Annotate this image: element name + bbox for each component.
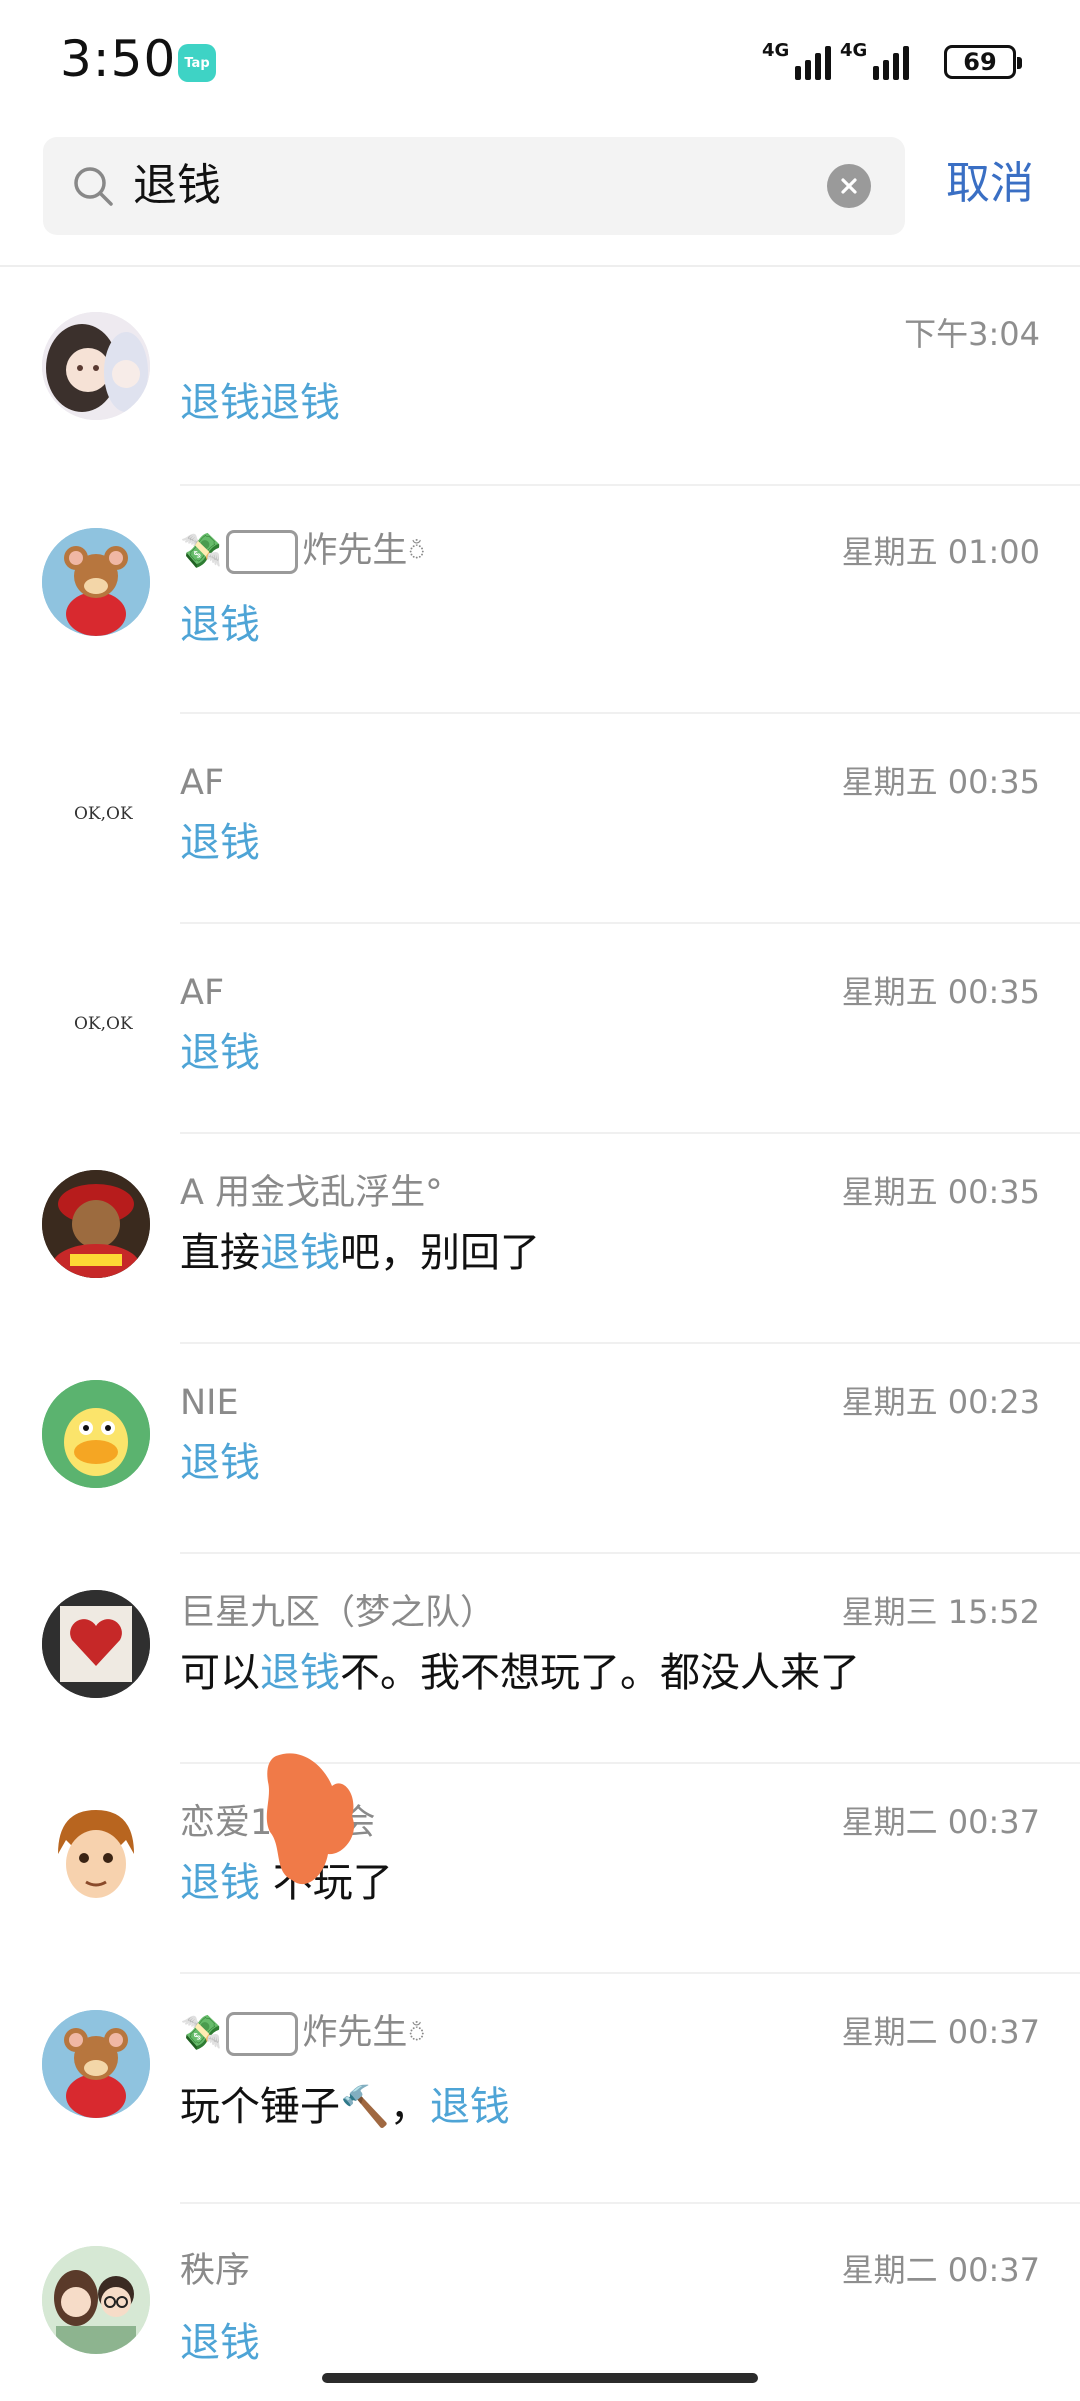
keyword-highlight: 退钱 bbox=[180, 2320, 260, 2366]
keyword-highlight: 退钱 bbox=[180, 1030, 260, 1076]
chat-name: 💸 炸先生ঁ bbox=[180, 2010, 426, 2056]
keyword-highlight: 退钱 bbox=[180, 602, 260, 648]
list-item[interactable]: OK,OK AF 星期五 00:35 退钱 bbox=[0, 714, 1080, 924]
message-preview: 退钱 bbox=[180, 1436, 260, 1490]
clear-search-button[interactable] bbox=[827, 164, 871, 208]
message-preview: 退钱退钱 bbox=[180, 376, 340, 430]
chat-name: 秩序 bbox=[180, 2251, 251, 2291]
list-item[interactable]: 秩序 星期二 00:37 退钱 bbox=[0, 2204, 1080, 2401]
message-time: 星期五 00:35 bbox=[841, 1173, 1040, 1211]
message-time: 星期五 00:35 bbox=[841, 763, 1040, 801]
avatar bbox=[42, 1380, 150, 1488]
redaction-scribble bbox=[266, 1753, 354, 1885]
search-icon bbox=[74, 167, 113, 206]
chat-name: AF bbox=[180, 763, 225, 803]
message-preview: 退钱 bbox=[180, 1026, 260, 1080]
close-icon bbox=[841, 178, 857, 194]
tap-app-icon: Tap bbox=[178, 44, 216, 82]
search-input[interactable]: 退钱 bbox=[43, 137, 905, 235]
avatar-text: OK,OK bbox=[74, 1014, 133, 1034]
message-time: 星期二 00:37 bbox=[841, 2013, 1040, 2051]
header-divider bbox=[0, 265, 1080, 267]
avatar bbox=[42, 312, 150, 420]
avatar bbox=[42, 2010, 150, 2118]
message-time: 星期五 00:23 bbox=[841, 1383, 1040, 1421]
keyword-highlight: 退钱 bbox=[260, 1650, 340, 1696]
list-item[interactable]: NIE 星期五 00:23 退钱 bbox=[0, 1344, 1080, 1554]
avatar: OK,OK bbox=[42, 970, 150, 1078]
list-item[interactable]: A 用金戈乱浮生° 星期五 00:35 直接退钱吧，别回了 bbox=[0, 1134, 1080, 1344]
list-item[interactable]: 恋爱1%机会 星期二 00:37 退钱 不玩了 bbox=[0, 1753, 1080, 1974]
avatar bbox=[42, 2246, 150, 2354]
avatar bbox=[42, 1800, 150, 1908]
message-time: 星期二 00:37 bbox=[841, 1803, 1040, 1841]
message-time: 星期五 00:35 bbox=[841, 973, 1040, 1011]
chat-name: 巨星九区（梦之队） bbox=[180, 1593, 496, 1633]
message-preview: 直接退钱吧，别回了 bbox=[180, 1230, 540, 1276]
search-query[interactable]: 退钱 bbox=[133, 157, 221, 215]
keyword-highlight: 退钱 bbox=[180, 1440, 260, 1486]
message-time: 星期五 01:00 bbox=[841, 533, 1040, 571]
message-preview: 退钱 bbox=[180, 598, 260, 652]
cancel-button[interactable]: 取消 bbox=[946, 154, 1034, 214]
avatar bbox=[42, 528, 150, 636]
money-icon: 💸 bbox=[180, 531, 223, 571]
list-item[interactable]: 💸 炸先生ঁ 星期五 01:00 退钱 bbox=[0, 486, 1080, 714]
glasses-icon bbox=[226, 530, 299, 574]
avatar bbox=[42, 1590, 150, 1698]
cellular-signal-icon-2: 4G bbox=[840, 40, 910, 80]
message-time: 星期二 00:37 bbox=[841, 2251, 1040, 2289]
list-item[interactable]: 巨星九区（梦之队） 星期三 15:52 可以退钱不。我不想玩了。都没人来了 bbox=[0, 1554, 1080, 1764]
chat-name: AF bbox=[180, 973, 225, 1013]
home-indicator[interactable] bbox=[322, 2373, 758, 2383]
message-preview: 可以退钱不。我不想玩了。都没人来了 bbox=[180, 1650, 860, 1696]
message-preview: 玩个锤子🔨，退钱 bbox=[180, 2084, 510, 2130]
list-item[interactable]: OK,OK AF 星期五 00:35 退钱 bbox=[0, 924, 1080, 1134]
cellular-signal-icon: 4G bbox=[762, 40, 832, 80]
battery-level: 69 bbox=[963, 48, 997, 76]
message-time: 星期三 15:52 bbox=[841, 1593, 1040, 1631]
keyword-highlight: 退钱 bbox=[260, 1230, 340, 1276]
chat-name: A 用金戈乱浮生° bbox=[180, 1173, 443, 1213]
chat-name: NIE bbox=[180, 1383, 239, 1423]
status-bar: 3:50 Tap 4G 4G 69 bbox=[0, 0, 1080, 125]
keyword-highlight: 退钱退钱 bbox=[180, 380, 340, 426]
list-item[interactable]: 下午3:04 退钱退钱 bbox=[0, 276, 1080, 486]
chat-name: 💸 炸先生ঁ bbox=[180, 528, 426, 574]
status-time: 3:50 bbox=[60, 30, 177, 88]
message-preview: 退钱 bbox=[180, 2316, 260, 2370]
keyword-highlight: 退钱 bbox=[180, 820, 260, 866]
list-item[interactable]: 💸 炸先生ঁ 星期二 00:37 玩个锤子🔨，退钱 bbox=[0, 1974, 1080, 2204]
keyword-highlight: 退钱 bbox=[180, 1860, 260, 1906]
money-icon: 💸 bbox=[180, 2013, 223, 2053]
keyword-highlight: 退钱 bbox=[429, 2084, 510, 2130]
glasses-icon bbox=[226, 2012, 299, 2056]
message-time: 下午3:04 bbox=[904, 315, 1040, 353]
avatar-text: OK,OK bbox=[74, 804, 133, 824]
avatar bbox=[42, 1170, 150, 1278]
battery-icon: 69 bbox=[944, 45, 1022, 79]
avatar: OK,OK bbox=[42, 760, 150, 868]
message-preview: 退钱 bbox=[180, 816, 260, 870]
